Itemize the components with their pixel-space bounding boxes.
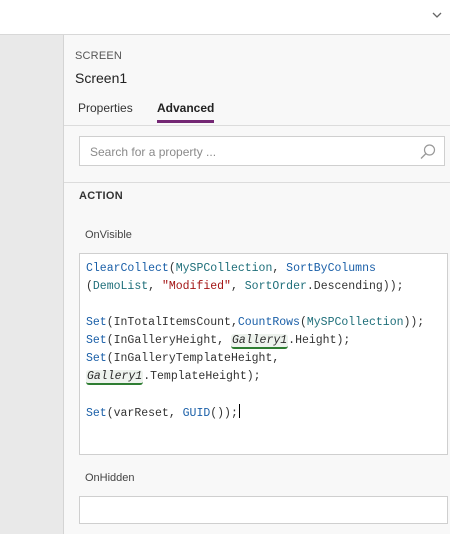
formula-token: MySPCollection	[175, 262, 273, 275]
formula-line	[86, 386, 447, 404]
left-canvas-area	[0, 35, 64, 534]
formula-line: Set(varReset, GUID());	[86, 404, 447, 422]
onhidden-label: OnHidden	[85, 472, 135, 484]
top-bar	[0, 0, 450, 35]
search-icon[interactable]	[419, 143, 437, 161]
onvisible-formula-editor[interactable]: ClearCollect(MySPCollection, SortByColum…	[79, 253, 448, 455]
formula-token: SortByColumns	[286, 262, 376, 275]
formula-token: .TemplateHeight);	[143, 370, 261, 383]
formula-line: Gallery1.TemplateHeight);	[86, 368, 447, 386]
formula-token: (InGalleryHeight,	[106, 334, 231, 347]
formula-token: ,	[272, 262, 287, 275]
formula-line	[86, 296, 447, 314]
formula-token: Set	[86, 334, 107, 347]
formula-token: ,	[148, 280, 162, 293]
formula-line: Set(InGalleryTemplateHeight,	[86, 350, 447, 368]
formula-token: Set	[86, 352, 107, 365]
formula-token: (InGalleryTemplateHeight,	[106, 352, 280, 365]
formula-token: ,	[230, 280, 245, 293]
formula-token: Set	[86, 316, 107, 329]
formula-token: "Modified"	[161, 280, 231, 293]
formula-token: (	[299, 316, 307, 329]
control-reference: Gallery1	[86, 370, 144, 385]
formula-token: ));	[403, 316, 425, 329]
properties-panel: SCREEN Screen1 Properties Advanced ACTIO…	[64, 35, 450, 534]
formula-line: Set(InGalleryHeight, Gallery1.Height);	[86, 332, 447, 350]
tab-advanced[interactable]: Advanced	[157, 101, 215, 123]
text-caret	[238, 404, 240, 418]
advanced-content: ACTION OnVisible ClearCollect(MySPCollec…	[64, 183, 450, 534]
formula-line: ClearCollect(MySPCollection, SortByColum…	[86, 260, 447, 278]
formula-token: SortOrder	[244, 280, 307, 293]
control-reference: Gallery1	[230, 334, 289, 349]
formula-token: .Descending));	[306, 280, 404, 293]
formula-token: ClearCollect	[86, 262, 169, 275]
chevron-down-icon[interactable]	[430, 8, 444, 22]
formula-token: GUID	[182, 407, 211, 420]
active-tab-indicator	[157, 120, 215, 123]
formula-token: (	[86, 280, 93, 293]
formula-token: CountRows	[237, 316, 300, 329]
formula-token: ());	[210, 407, 238, 420]
formula-line: (DemoList, "Modified", SortOrder.Descend…	[86, 278, 447, 296]
panel-header: SCREEN Screen1 Properties Advanced	[64, 35, 450, 126]
screen-name: Screen1	[75, 70, 128, 86]
section-label: SCREEN	[75, 50, 123, 62]
tab-label: Properties	[78, 101, 133, 115]
onvisible-label: OnVisible	[85, 229, 132, 241]
formula-token: Set	[86, 407, 107, 420]
onhidden-formula-editor[interactable]	[79, 496, 448, 524]
formula-token: (varReset,	[106, 407, 183, 420]
search-box	[79, 136, 445, 166]
action-heading: ACTION	[79, 190, 123, 202]
formula-token: (	[168, 262, 176, 275]
formula-token: DemoList	[92, 280, 149, 293]
search-input[interactable]	[88, 141, 412, 163]
tab-properties[interactable]: Properties	[78, 101, 133, 115]
formula-token: MySPCollection	[306, 316, 404, 329]
tab-label: Advanced	[157, 101, 215, 115]
formula-line: Set(InTotalItemsCount,CountRows(MySPColl…	[86, 314, 447, 332]
formula-token: .Height);	[288, 334, 351, 347]
search-area	[64, 126, 450, 183]
formula-token: (InTotalItemsCount,	[106, 316, 238, 329]
